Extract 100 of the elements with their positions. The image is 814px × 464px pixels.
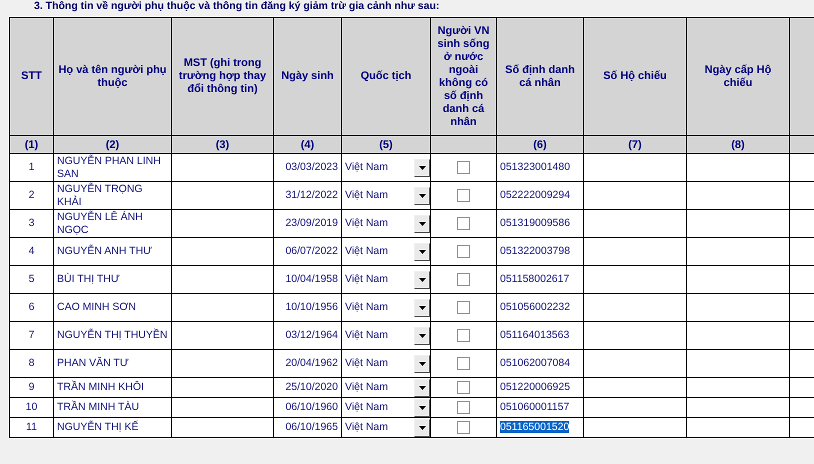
person-name: NGUYỄN PHAN LINH SAN xyxy=(54,154,172,182)
row-number: 6 xyxy=(10,294,54,322)
caret-icon xyxy=(418,334,426,338)
row-number: 4 xyxy=(10,238,54,266)
checkbox[interactable] xyxy=(457,273,470,286)
caret-icon xyxy=(418,426,426,430)
column-header: STT xyxy=(10,18,54,136)
id-number: 051056002232 xyxy=(500,301,570,313)
dropdown-button[interactable] xyxy=(414,398,430,416)
column-number: (8) xyxy=(686,136,790,154)
person-name: NGUYỄN LÊ ÁNH NGỌC xyxy=(54,210,172,238)
checkbox[interactable] xyxy=(457,161,470,174)
caret-icon xyxy=(418,306,426,310)
nationality-dropdown[interactable]: Việt Nam xyxy=(342,154,430,181)
checkbox[interactable] xyxy=(457,301,470,314)
nationality-dropdown[interactable]: Việt Nam xyxy=(342,266,430,293)
person-name: TRẦN MINH KHÔI xyxy=(54,378,172,398)
caret-icon xyxy=(418,194,426,198)
birth-date: 10/10/1956 xyxy=(274,294,342,322)
column-number: (1) xyxy=(10,136,54,154)
birth-date: 03/03/2023 xyxy=(274,154,342,182)
id-number: 052222009294 xyxy=(500,189,570,201)
birth-date: 25/10/2020 xyxy=(274,378,342,398)
caret-icon xyxy=(418,222,426,226)
dropdown-button[interactable] xyxy=(414,270,430,288)
nationality-dropdown[interactable]: Việt Nam xyxy=(342,418,430,437)
row-number: 10 xyxy=(10,398,54,418)
checkbox[interactable] xyxy=(457,329,470,342)
id-number: 051323001480 xyxy=(500,161,570,173)
id-number: 051322003798 xyxy=(500,245,570,257)
checkbox[interactable] xyxy=(457,381,470,394)
checkbox[interactable] xyxy=(457,245,470,258)
column-number: (7) xyxy=(584,136,686,154)
nationality-dropdown[interactable]: Việt Nam xyxy=(342,322,430,349)
column-header: Số Hộ chiếu xyxy=(584,18,686,136)
section-title: 3. Thông tin về người phụ thuộc và thông tin đăng ký giảm trừ gia cảnh như sau: xyxy=(33,0,440,14)
caret-icon xyxy=(418,386,426,390)
checkbox[interactable] xyxy=(457,217,470,230)
caret-icon xyxy=(418,166,426,170)
dropdown-button[interactable] xyxy=(414,378,430,396)
caret-icon xyxy=(418,362,426,366)
dropdown-button[interactable] xyxy=(414,326,430,344)
row-number: 3 xyxy=(10,210,54,238)
row-number: 9 xyxy=(10,378,54,398)
dropdown-button[interactable] xyxy=(414,186,430,204)
dropdown-button[interactable] xyxy=(414,298,430,316)
column-number: (6) xyxy=(496,136,584,154)
dropdown-button[interactable] xyxy=(414,242,430,260)
person-name: NGUYỄN THỊ THUYỀN xyxy=(54,322,172,350)
nationality-dropdown[interactable]: Việt Nam xyxy=(342,350,430,377)
person-name: BÙI THỊ THƯ xyxy=(54,266,172,294)
person-name: NGUYỄN TRỌNG KHẢI xyxy=(54,182,172,210)
checkbox[interactable] xyxy=(457,189,470,202)
caret-icon xyxy=(418,250,426,254)
column-number: (3) xyxy=(172,136,274,154)
column-header: Ngày sinh xyxy=(274,18,342,136)
column-header: Người VN sinh sống ở nước ngoài không có số định danh cá nhân xyxy=(430,18,496,136)
person-name: TRẦN MINH TÀU xyxy=(54,398,172,418)
row-number: 5 xyxy=(10,266,54,294)
person-name: CAO MINH SƠN xyxy=(54,294,172,322)
checkbox[interactable] xyxy=(457,357,470,370)
birth-date: 03/12/1964 xyxy=(274,322,342,350)
column-header: Họ và tên người phụ thuộc xyxy=(54,18,172,136)
dropdown-button[interactable] xyxy=(414,158,430,176)
birth-date: 23/09/2019 xyxy=(274,210,342,238)
id-number: 051165001520 xyxy=(500,421,570,433)
birth-date: 06/10/1960 xyxy=(274,398,342,418)
nationality-dropdown[interactable]: Việt Nam xyxy=(342,210,430,237)
nationality-dropdown[interactable]: Việt Nam xyxy=(342,182,430,209)
birth-date: 06/07/2022 xyxy=(274,238,342,266)
id-number: 051319009586 xyxy=(500,217,570,229)
nationality-dropdown[interactable]: Việt Nam xyxy=(342,398,430,417)
id-number: 051220006925 xyxy=(500,381,570,393)
birth-date: 10/04/1958 xyxy=(274,266,342,294)
id-number: 051164013563 xyxy=(500,329,570,341)
id-number: 051158002617 xyxy=(500,273,570,285)
birth-date: 20/04/1962 xyxy=(274,350,342,378)
checkbox[interactable] xyxy=(457,421,470,434)
row-number: 8 xyxy=(10,350,54,378)
column-header: Ngày cấp Hộ chiếu xyxy=(686,18,790,136)
dropdown-button[interactable] xyxy=(414,418,430,436)
row-number: 2 xyxy=(10,182,54,210)
column-header: Quốc tịch xyxy=(342,18,430,136)
caret-icon xyxy=(418,406,426,410)
caret-icon xyxy=(418,278,426,282)
column-number: (2) xyxy=(54,136,172,154)
column-number: (5) xyxy=(342,136,430,154)
person-name: NGUYỄN ANH THƯ xyxy=(54,238,172,266)
nationality-dropdown[interactable]: Việt Nam xyxy=(342,238,430,265)
nationality-dropdown[interactable]: Việt Nam xyxy=(342,378,430,397)
nationality-dropdown[interactable]: Việt Nam xyxy=(342,294,430,321)
dropdown-button[interactable] xyxy=(414,214,430,232)
person-name: NGUYỄN THỊ KẾ xyxy=(54,418,172,438)
id-number: 051060001157 xyxy=(500,401,570,413)
row-number: 11 xyxy=(10,418,54,438)
row-number: 7 xyxy=(10,322,54,350)
checkbox[interactable] xyxy=(457,401,470,414)
id-number: 051062007084 xyxy=(500,357,570,369)
dropdown-button[interactable] xyxy=(414,354,430,372)
birth-date: 31/12/2022 xyxy=(274,182,342,210)
